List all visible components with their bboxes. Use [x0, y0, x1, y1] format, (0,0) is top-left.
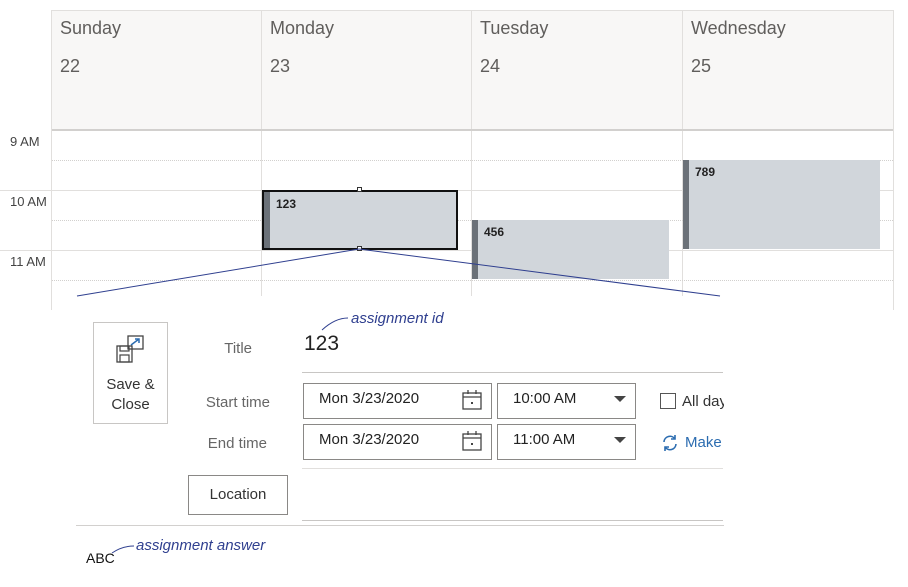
hour-label-10am: 10 AM — [10, 194, 47, 209]
event-color-bar — [264, 192, 270, 248]
panel-bottom-border — [76, 525, 724, 526]
calendar-right-border — [893, 10, 894, 310]
save-close-button[interactable]: Save & Close — [93, 322, 168, 424]
annotation-assignment-id: assignment id — [351, 310, 444, 327]
event-color-bar — [472, 220, 478, 279]
resize-handle-bottom[interactable] — [357, 246, 362, 251]
end-time-value: 11:00 AM — [513, 431, 576, 448]
save-close-label: Save & Close — [106, 376, 155, 413]
start-time-label: Start time — [205, 394, 270, 411]
start-time-value: 10:00 AM — [513, 390, 577, 407]
end-date-field[interactable]: Mon 3/23/2020 — [303, 424, 492, 460]
start-date-value: Mon 3/23/2020 — [319, 390, 420, 407]
day-header-monday[interactable]: Monday — [270, 18, 334, 39]
location-button[interactable]: Location — [188, 475, 288, 515]
title-input[interactable]: 123 — [304, 332, 339, 356]
location-underline — [302, 520, 723, 521]
day-header-sunday[interactable]: Sunday — [60, 18, 121, 39]
calendar-top-border — [52, 10, 893, 11]
make-recurring-link[interactable]: Make — [685, 434, 722, 451]
repeat-icon[interactable] — [660, 433, 680, 453]
field-separator — [302, 468, 723, 469]
calendar-icon[interactable] — [461, 430, 483, 452]
end-time-dropdown[interactable]: 11:00 AM — [497, 424, 636, 460]
calendar-icon[interactable] — [461, 389, 483, 411]
event-title: 789 — [695, 165, 716, 179]
calendar-event-789[interactable]: 789 — [683, 160, 880, 249]
day-date-sunday[interactable]: 22 — [60, 56, 80, 77]
chevron-down-icon — [614, 396, 626, 402]
calendar-event-456[interactable]: 456 — [472, 220, 669, 279]
half-hour-gridline — [52, 280, 893, 281]
hour-label-9am: 9 AM — [10, 134, 40, 149]
hour-label-11am: 11 AM — [10, 254, 46, 269]
all-day-checkbox[interactable] — [660, 393, 676, 409]
annotation-assignment-answer: assignment answer — [136, 537, 266, 554]
all-day-label: All day — [682, 393, 728, 410]
chevron-down-icon — [614, 437, 626, 443]
title-underline — [302, 372, 723, 373]
end-date-value: Mon 3/23/2020 — [319, 431, 420, 448]
day-date-monday[interactable]: 23 — [270, 56, 290, 77]
event-title: 123 — [276, 197, 297, 211]
hour-gridline — [0, 250, 893, 251]
start-date-field[interactable]: Mon 3/23/2020 — [303, 383, 492, 419]
day-header-wednesday[interactable]: Wednesday — [691, 18, 786, 39]
day-header-tuesday[interactable]: Tuesday — [480, 18, 548, 39]
resize-handle-top[interactable] — [357, 187, 362, 192]
panel-clip — [724, 380, 908, 470]
end-time-label: End time — [207, 435, 267, 452]
day-date-wednesday[interactable]: 25 — [691, 56, 711, 77]
calendar-header-divider — [52, 129, 893, 131]
calendar-event-123[interactable]: 123 — [262, 190, 458, 250]
answer-value: ABC — [86, 550, 115, 566]
day-date-tuesday[interactable]: 24 — [480, 56, 500, 77]
start-time-dropdown[interactable]: 10:00 AM — [497, 383, 636, 419]
event-title: 456 — [484, 225, 505, 239]
title-label: Title — [224, 340, 252, 357]
event-color-bar — [683, 160, 689, 249]
